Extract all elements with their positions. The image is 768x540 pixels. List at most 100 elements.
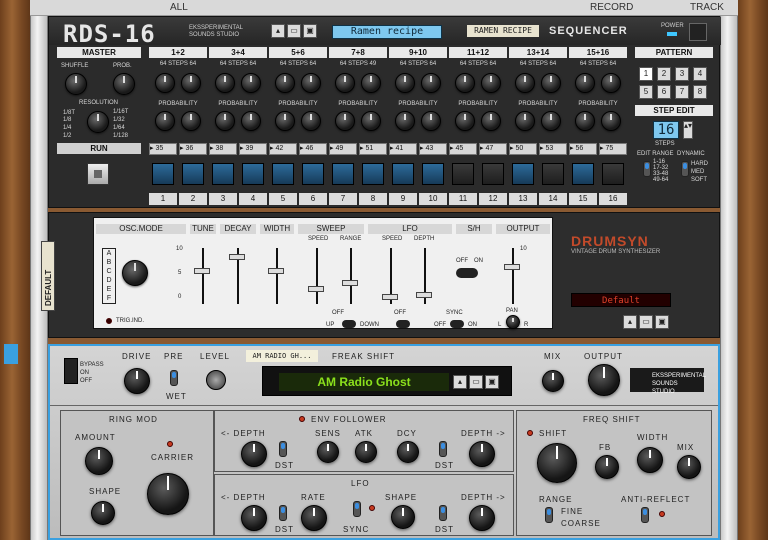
sh-toggle[interactable] bbox=[456, 268, 478, 278]
prob-knob-b[interactable] bbox=[481, 111, 501, 131]
pan-knob[interactable] bbox=[506, 315, 520, 329]
step-pad[interactable] bbox=[242, 163, 264, 185]
steps-knob-a[interactable] bbox=[155, 73, 175, 93]
env-dst-right-switch[interactable] bbox=[439, 441, 447, 457]
lfo-wave-switch[interactable] bbox=[396, 320, 410, 328]
width-fader[interactable] bbox=[268, 268, 284, 274]
note-cell[interactable]: ▸ 47 bbox=[479, 143, 507, 155]
sens-knob[interactable] bbox=[317, 441, 339, 463]
prob-knob-b[interactable] bbox=[241, 111, 261, 131]
pattern-4[interactable]: 4 bbox=[693, 67, 707, 81]
note-cell[interactable]: ▸ 36 bbox=[179, 143, 207, 155]
patch-browse-arrows[interactable]: ▴ bbox=[271, 24, 285, 38]
freak-patch-arrows[interactable]: ▴ bbox=[453, 375, 467, 389]
step-pad[interactable] bbox=[212, 163, 234, 185]
drive-knob[interactable] bbox=[124, 368, 150, 394]
note-cell[interactable]: ▸ 50 bbox=[509, 143, 537, 155]
note-cell[interactable]: ▸ 43 bbox=[419, 143, 447, 155]
prob-knob-b[interactable] bbox=[181, 111, 201, 131]
sweep-direction-switch[interactable] bbox=[342, 320, 356, 328]
prob-knob-a[interactable] bbox=[215, 111, 235, 131]
track-button[interactable]: TRACK bbox=[690, 2, 724, 13]
step-pad[interactable] bbox=[362, 163, 384, 185]
step-pad[interactable] bbox=[452, 163, 474, 185]
output-knob[interactable] bbox=[588, 364, 620, 396]
prob-knob-a[interactable] bbox=[455, 111, 475, 131]
step-pad[interactable] bbox=[182, 163, 204, 185]
lfo-depth-fader[interactable] bbox=[416, 292, 432, 298]
steps-knob-b[interactable] bbox=[481, 73, 501, 93]
pattern-6[interactable]: 6 bbox=[657, 85, 671, 99]
steps-knob-a[interactable] bbox=[455, 73, 475, 93]
pattern-5[interactable]: 5 bbox=[639, 85, 653, 99]
pattern-2[interactable]: 2 bbox=[657, 67, 671, 81]
lfo-depth-right-knob[interactable] bbox=[469, 505, 495, 531]
note-cell[interactable]: ▸ 46 bbox=[299, 143, 327, 155]
patch-folder-icon[interactable]: ▭ bbox=[287, 24, 301, 38]
steps-knob-b[interactable] bbox=[301, 73, 321, 93]
power-button[interactable] bbox=[689, 23, 707, 41]
step-pad[interactable] bbox=[302, 163, 324, 185]
note-cell[interactable]: ▸ 45 bbox=[449, 143, 477, 155]
pre-wet-switch[interactable] bbox=[170, 370, 178, 386]
step-pad[interactable] bbox=[572, 163, 594, 185]
freak-patch-display[interactable]: AM Radio Ghost bbox=[279, 373, 449, 391]
steps-knob-a[interactable] bbox=[275, 73, 295, 93]
env-depth-left-knob[interactable] bbox=[241, 441, 267, 467]
drumsyn-patch-arrows[interactable]: ▴ bbox=[623, 315, 637, 329]
steps-knob-a[interactable] bbox=[215, 73, 235, 93]
fshift-mix-knob[interactable] bbox=[677, 455, 701, 479]
prob-knob-a[interactable] bbox=[575, 111, 595, 131]
note-cell[interactable]: ▸ 39 bbox=[239, 143, 267, 155]
step-pad[interactable] bbox=[482, 163, 504, 185]
prob-knob-a[interactable] bbox=[515, 111, 535, 131]
range-switch[interactable] bbox=[545, 507, 553, 523]
bypass-switch[interactable] bbox=[64, 358, 78, 384]
decay-fader[interactable] bbox=[229, 254, 245, 260]
ring-shape-knob[interactable] bbox=[91, 501, 115, 525]
steps-knob-a[interactable] bbox=[575, 73, 595, 93]
step-pad[interactable] bbox=[542, 163, 564, 185]
lfo-dst-left-switch[interactable] bbox=[279, 505, 287, 521]
osc-mode-knob[interactable] bbox=[122, 260, 148, 286]
record-button[interactable]: RECORD bbox=[590, 2, 633, 13]
width-knob[interactable] bbox=[637, 447, 663, 473]
lfo-sync-switch[interactable] bbox=[353, 501, 361, 517]
note-cell[interactable]: ▸ 75 bbox=[599, 143, 627, 155]
steps-knob-b[interactable] bbox=[361, 73, 381, 93]
pattern-7[interactable]: 7 bbox=[675, 85, 689, 99]
prob-knob[interactable] bbox=[113, 73, 135, 95]
env-dst-left-switch[interactable] bbox=[279, 441, 287, 457]
drumsyn-patch-display[interactable]: Default bbox=[571, 293, 671, 307]
note-cell[interactable]: ▸ 49 bbox=[329, 143, 357, 155]
pattern-8[interactable]: 8 bbox=[693, 85, 707, 99]
atk-knob[interactable] bbox=[355, 441, 377, 463]
rate-knob[interactable] bbox=[301, 505, 327, 531]
sweep-speed-fader[interactable] bbox=[308, 286, 324, 292]
tune-fader[interactable] bbox=[194, 268, 210, 274]
shift-knob[interactable] bbox=[537, 443, 577, 483]
prob-knob-a[interactable] bbox=[335, 111, 355, 131]
lfo-dst-right-switch[interactable] bbox=[439, 505, 447, 521]
pattern-1[interactable]: 1 bbox=[639, 67, 653, 81]
note-cell[interactable]: ▸ 35 bbox=[149, 143, 177, 155]
step-pad[interactable] bbox=[512, 163, 534, 185]
drumsyn-folder-icon[interactable]: ▭ bbox=[639, 315, 653, 329]
shuffle-knob[interactable] bbox=[65, 73, 87, 95]
steps-knob-a[interactable] bbox=[515, 73, 535, 93]
step-pad[interactable] bbox=[602, 163, 624, 185]
prob-knob-b[interactable] bbox=[361, 111, 381, 131]
mix-knob[interactable] bbox=[542, 370, 564, 392]
steps-knob-b[interactable] bbox=[241, 73, 261, 93]
steps-knob-b[interactable] bbox=[601, 73, 621, 93]
note-cell[interactable]: ▸ 41 bbox=[389, 143, 417, 155]
sweep-range-fader[interactable] bbox=[342, 280, 358, 286]
resolution-knob[interactable] bbox=[87, 111, 109, 133]
note-cell[interactable]: ▸ 51 bbox=[359, 143, 387, 155]
run-button[interactable] bbox=[87, 163, 109, 185]
steps-knob-b[interactable] bbox=[421, 73, 441, 93]
prob-knob-a[interactable] bbox=[395, 111, 415, 131]
prob-knob-b[interactable] bbox=[541, 111, 561, 131]
fb-knob[interactable] bbox=[595, 455, 619, 479]
freak-folder-icon[interactable]: ▭ bbox=[469, 375, 483, 389]
